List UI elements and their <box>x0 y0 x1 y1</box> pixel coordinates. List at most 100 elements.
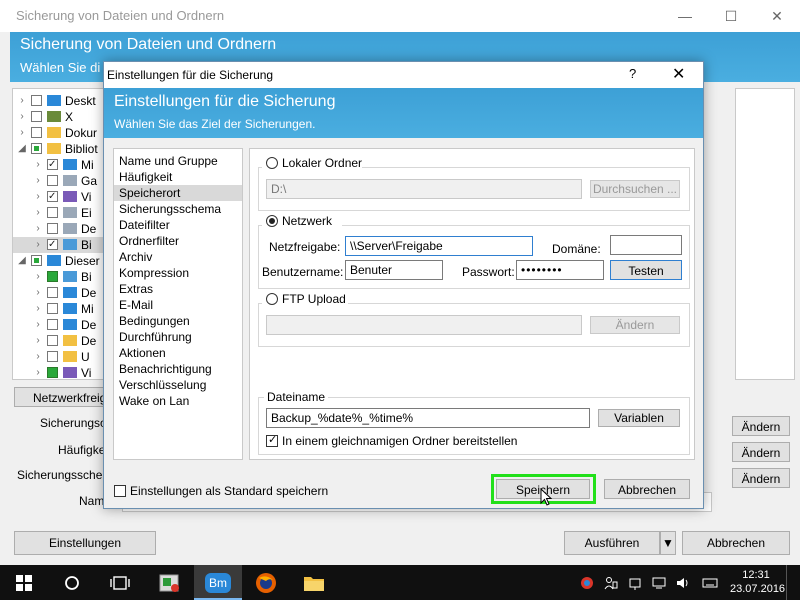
same-folder-checkbox[interactable] <box>266 433 278 447</box>
variables-button[interactable]: Variablen <box>598 409 680 427</box>
change-location-button[interactable]: Ändern <box>732 416 790 436</box>
tree-checkbox[interactable] <box>47 335 58 346</box>
nav-item[interactable]: E-Mail <box>114 297 242 313</box>
clock[interactable]: 12:31 23.07.2016 <box>730 565 785 596</box>
expand-arrow-icon[interactable]: › <box>33 221 43 237</box>
tree-checkbox[interactable] <box>31 255 42 266</box>
network-icon[interactable] <box>652 565 666 600</box>
tree-checkbox[interactable] <box>47 271 58 282</box>
expand-arrow-icon[interactable]: › <box>33 301 43 317</box>
expand-arrow-icon[interactable]: › <box>33 333 43 349</box>
nav-item[interactable]: Speicherort <box>114 185 242 201</box>
browse-button[interactable]: Durchsuchen ... <box>590 180 680 198</box>
nav-item[interactable]: Aktionen <box>114 345 242 361</box>
nav-item[interactable]: Bedingungen <box>114 313 242 329</box>
task-view-icon[interactable] <box>96 565 144 600</box>
nav-item[interactable]: Häufigkeit <box>114 169 242 185</box>
expand-arrow-icon[interactable]: › <box>33 269 43 285</box>
tray-app-icon[interactable] <box>580 565 594 600</box>
collapse-arrow-icon[interactable]: ◢ <box>17 141 27 157</box>
local-path-input[interactable]: D:\ <box>266 179 582 199</box>
tree-checkbox[interactable] <box>31 127 42 138</box>
local-folder-option[interactable]: Lokaler Ordner <box>262 155 362 171</box>
help-icon[interactable]: ? <box>629 66 636 81</box>
nav-item[interactable]: Wake on Lan <box>114 393 242 409</box>
tree-checkbox[interactable] <box>47 367 58 378</box>
nav-item[interactable]: Kompression <box>114 265 242 281</box>
file-explorer-icon[interactable] <box>290 565 338 600</box>
tree-checkbox[interactable] <box>47 237 58 253</box>
tree-checkbox[interactable] <box>31 143 42 154</box>
nav-item[interactable]: Dateifilter <box>114 217 242 233</box>
expand-arrow-icon[interactable]: › <box>33 189 43 205</box>
show-desktop-button[interactable] <box>786 565 800 600</box>
network-radio[interactable] <box>266 215 278 227</box>
domain-input[interactable] <box>610 235 682 255</box>
tree-checkbox[interactable] <box>47 223 58 234</box>
nav-item[interactable]: Extras <box>114 281 242 297</box>
expand-arrow-icon[interactable]: › <box>33 173 43 189</box>
tree-checkbox[interactable] <box>47 157 58 173</box>
nav-item[interactable]: Sicherungsschema <box>114 201 242 217</box>
nav-item[interactable]: Durchführung <box>114 329 242 345</box>
username-input[interactable]: Benuter <box>345 260 443 280</box>
tree-checkbox[interactable] <box>47 287 58 298</box>
tree-checkbox[interactable] <box>47 189 58 205</box>
settings-button[interactable]: Einstellungen <box>14 531 156 555</box>
dialog-close-icon[interactable]: ✕ <box>672 64 685 84</box>
tree-checkbox[interactable] <box>47 175 58 186</box>
run-dropdown-icon[interactable]: ▼ <box>660 531 676 555</box>
ftp-change-button[interactable]: Ändern <box>590 316 680 334</box>
expand-arrow-icon[interactable]: › <box>33 205 43 221</box>
search-icon[interactable] <box>48 565 96 600</box>
expand-arrow-icon[interactable]: › <box>17 93 27 109</box>
ftp-input[interactable] <box>266 315 582 335</box>
settings-nav-list[interactable]: Name und Gruppe Häufigkeit Speicherort Sich… <box>113 148 243 460</box>
test-button[interactable]: Testen <box>610 260 682 280</box>
expand-arrow-icon[interactable]: › <box>17 125 27 141</box>
volume-icon[interactable] <box>676 565 690 600</box>
nav-item[interactable]: Benachrichtigung <box>114 361 242 377</box>
expand-arrow-icon[interactable]: › <box>33 237 43 253</box>
expand-arrow-icon[interactable]: › <box>17 109 27 125</box>
local-folder-radio[interactable] <box>266 157 278 169</box>
nav-item[interactable]: Ordnerfilter <box>114 233 242 249</box>
expand-arrow-icon[interactable]: › <box>33 157 43 173</box>
tree-checkbox[interactable] <box>47 303 58 314</box>
backupmaker-app-icon[interactable]: Bm <box>194 565 242 600</box>
ftp-option[interactable]: FTP Upload <box>262 291 348 307</box>
tree-checkbox[interactable] <box>47 319 58 330</box>
expand-arrow-icon[interactable]: › <box>33 285 43 301</box>
tree-checkbox[interactable] <box>47 207 58 218</box>
ftp-radio[interactable] <box>266 293 278 305</box>
firefox-icon[interactable] <box>242 565 290 600</box>
usb-device-icon[interactable] <box>628 565 642 600</box>
expand-arrow-icon[interactable]: › <box>33 349 43 365</box>
backup-app-icon[interactable] <box>146 565 194 600</box>
people-icon[interactable] <box>604 565 618 600</box>
minimize-icon[interactable]: — <box>662 0 708 32</box>
run-button[interactable]: Ausführen <box>564 531 660 555</box>
nav-item[interactable]: Archiv <box>114 249 242 265</box>
share-input[interactable]: \\Server\Freigabe <box>345 236 533 256</box>
collapse-arrow-icon[interactable]: ◢ <box>17 253 27 269</box>
save-default-checkbox[interactable] <box>114 485 126 497</box>
tree-checkbox[interactable] <box>31 111 42 122</box>
keyboard-icon[interactable] <box>702 565 718 600</box>
main-cancel-button[interactable]: Abbrechen <box>682 531 790 555</box>
tree-checkbox[interactable] <box>31 95 42 106</box>
network-option[interactable]: Netzwerk <box>262 213 342 229</box>
password-input[interactable]: •••••••• <box>516 260 604 280</box>
change-schema-button[interactable]: Ändern <box>732 468 790 488</box>
start-icon[interactable] <box>0 565 48 600</box>
tree-checkbox[interactable] <box>47 351 58 362</box>
maximize-icon[interactable]: ☐ <box>708 0 754 32</box>
filename-input[interactable]: Backup_%date%_%time% <box>266 408 590 428</box>
close-icon[interactable]: ✕ <box>754 0 800 32</box>
nav-item[interactable]: Name und Gruppe <box>114 153 242 169</box>
expand-arrow-icon[interactable]: › <box>33 317 43 333</box>
dialog-cancel-button[interactable]: Abbrechen <box>604 479 690 499</box>
nav-item[interactable]: Verschlüsselung <box>114 377 242 393</box>
expand-arrow-icon[interactable]: › <box>33 365 43 379</box>
change-frequency-button[interactable]: Ändern <box>732 442 790 462</box>
